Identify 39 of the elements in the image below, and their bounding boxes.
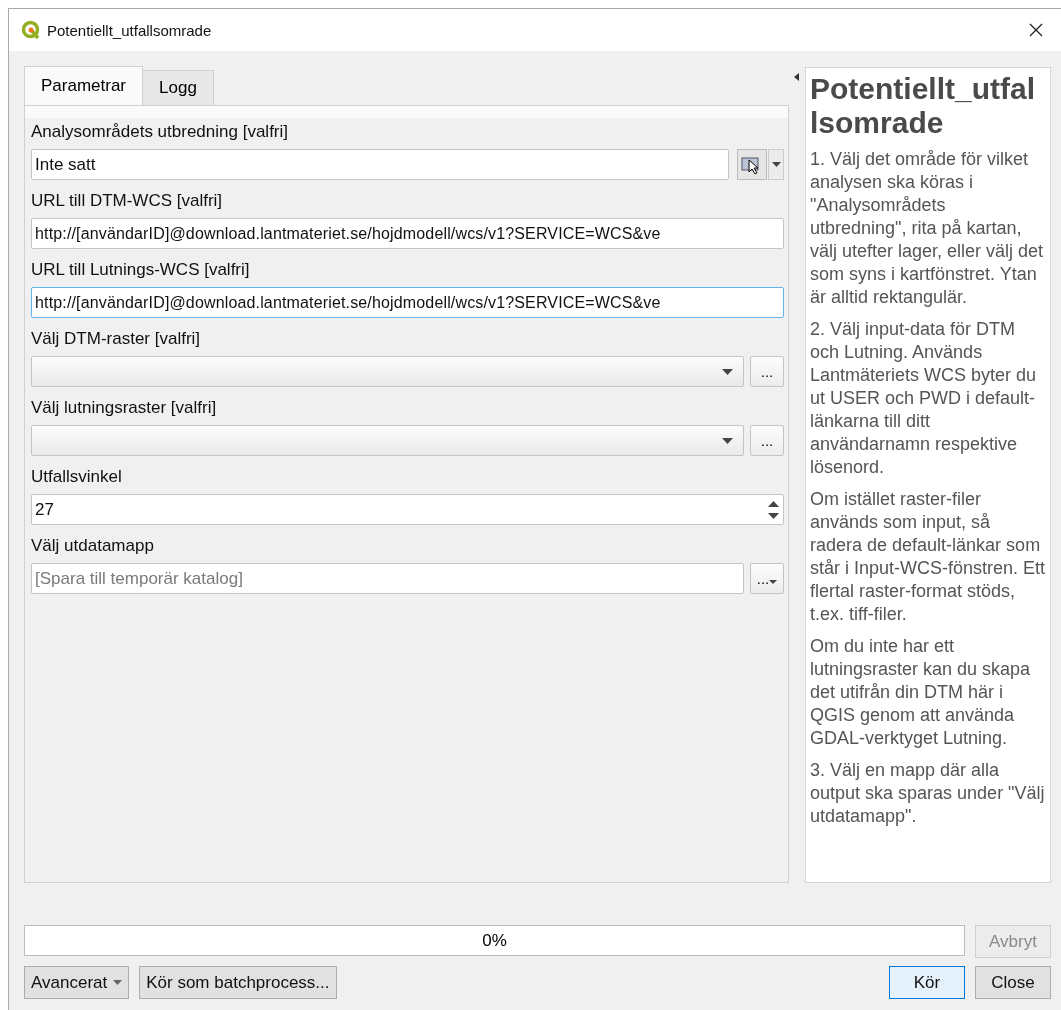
url-field[interactable]: http://[användarID]@download.lantmateriet.se/hojdmodell/wcs/v1?SERVICE=WCS&ve xyxy=(31,218,784,249)
tab[interactable]: Parametrar xyxy=(24,66,144,105)
advanced-menu-button[interactable]: Avancerat xyxy=(24,966,130,999)
number-field[interactable]: 27 xyxy=(31,494,784,525)
caret-icon xyxy=(113,980,123,985)
help-title: Potentiellt_utfallsomrade xyxy=(810,72,1036,140)
field-label: Välj utdatamapp xyxy=(31,535,154,557)
window-title: Potentiellt_utfallsomrade xyxy=(47,21,213,39)
browse-button[interactable]: ... xyxy=(750,425,784,456)
help-paragraph: 2. Välj input-data för DTM och Lutning. Används Lantmäteriets WCS byter du ut USER och PWD i default-länkarna till ditt användarnamn respektive lösenord. xyxy=(810,318,1038,479)
tab[interactable]: Logg xyxy=(142,70,214,105)
field-label: Välj DTM-raster [valfri] xyxy=(31,328,201,350)
url-field[interactable]: http://[användarID]@download.lantmateriet.se/hojdmodell/wcs/v1?SERVICE=WCS&ve xyxy=(31,287,784,318)
dialog-button[interactable]: Kör som batchprocess... xyxy=(139,966,337,999)
map-select-button[interactable] xyxy=(737,149,767,180)
app-logo-icon xyxy=(21,20,41,40)
browse-button[interactable]: ... xyxy=(750,563,784,594)
field-label: Analysområdets utbredning [valfri] xyxy=(31,121,289,143)
spin-arrows-icon[interactable] xyxy=(768,499,779,521)
help-paragraph: Om du inte har ett lutningsraster kan du skapa det utifrån din DTM här i QGIS genom att använda GDAL-verktyget Lutning. xyxy=(810,635,1032,750)
browse-button[interactable]: ... xyxy=(750,356,784,387)
help-paragraph: 3. Välj en mapp där alla output ska sparas under "Välj utdatamapp". xyxy=(810,759,1046,828)
dialog-button[interactable]: Close xyxy=(975,966,1051,999)
dropdown-button[interactable] xyxy=(768,149,784,180)
caret-icon xyxy=(769,579,778,584)
help-paragraph: 1. Välj det område för vilket analysen ska köras i "Analysområdets utbredning", rita på kartan, välj utefter lager, eller välj det som syns i kartfönstret. Ytan är alltid rektangulär. xyxy=(810,148,1045,309)
caret-icon xyxy=(771,162,781,167)
folder-field[interactable]: [Spara till temporär katalog] xyxy=(31,563,744,594)
field-label: Välj lutningsraster [valfri] xyxy=(31,397,217,419)
extent-field[interactable]: Inte satt xyxy=(31,149,729,180)
collapse-arrow-icon[interactable] xyxy=(794,73,799,81)
help-paragraph: Om istället raster-filer används som input, så radera de default-länkar som står i Input-WCS-fönstren. Ett flertal raster-format stöds, t.ex. tiff-filer. xyxy=(810,488,1046,626)
field-label: URL till DTM-WCS [valfri] xyxy=(31,190,223,212)
dialog-button[interactable]: Kör xyxy=(889,966,965,999)
close-icon[interactable] xyxy=(1029,23,1043,37)
field-label: Utfallsvinkel xyxy=(31,466,122,488)
caret-icon xyxy=(722,368,733,375)
caret-icon xyxy=(722,437,733,444)
field-label: URL till Lutnings-WCS [valfri] xyxy=(31,259,250,281)
